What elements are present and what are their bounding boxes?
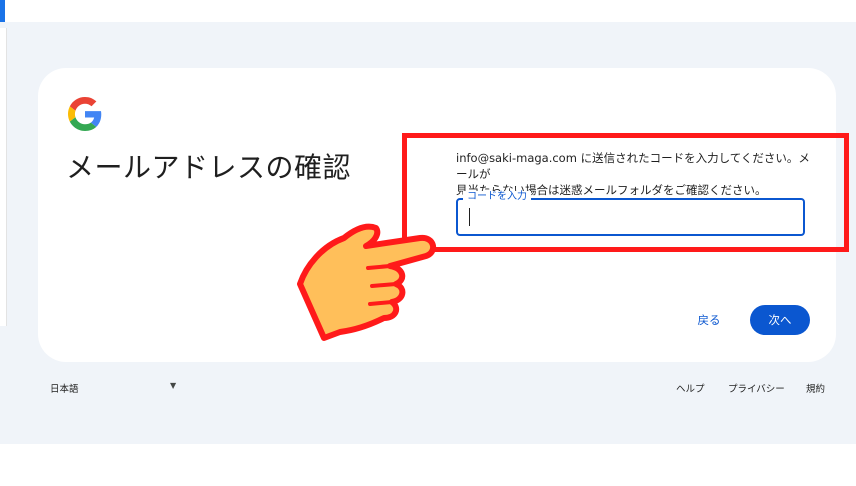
top-bar	[0, 0, 856, 22]
terms-link[interactable]: 規約	[806, 381, 825, 395]
annotation-highlight-box	[402, 133, 849, 252]
caret-down-icon[interactable]: ▼	[170, 381, 176, 390]
next-button[interactable]: 次へ	[750, 305, 810, 335]
back-button[interactable]: 戻る	[688, 306, 730, 334]
language-selector[interactable]: 日本語	[50, 381, 79, 395]
help-link[interactable]: ヘルプ	[676, 381, 705, 395]
page-title: メールアドレスの確認	[66, 151, 352, 184]
google-logo-icon	[68, 97, 102, 131]
top-accent	[0, 0, 5, 22]
pointing-hand-icon	[297, 223, 437, 341]
left-panel-edge	[0, 28, 7, 326]
privacy-link[interactable]: プライバシー	[728, 381, 785, 395]
